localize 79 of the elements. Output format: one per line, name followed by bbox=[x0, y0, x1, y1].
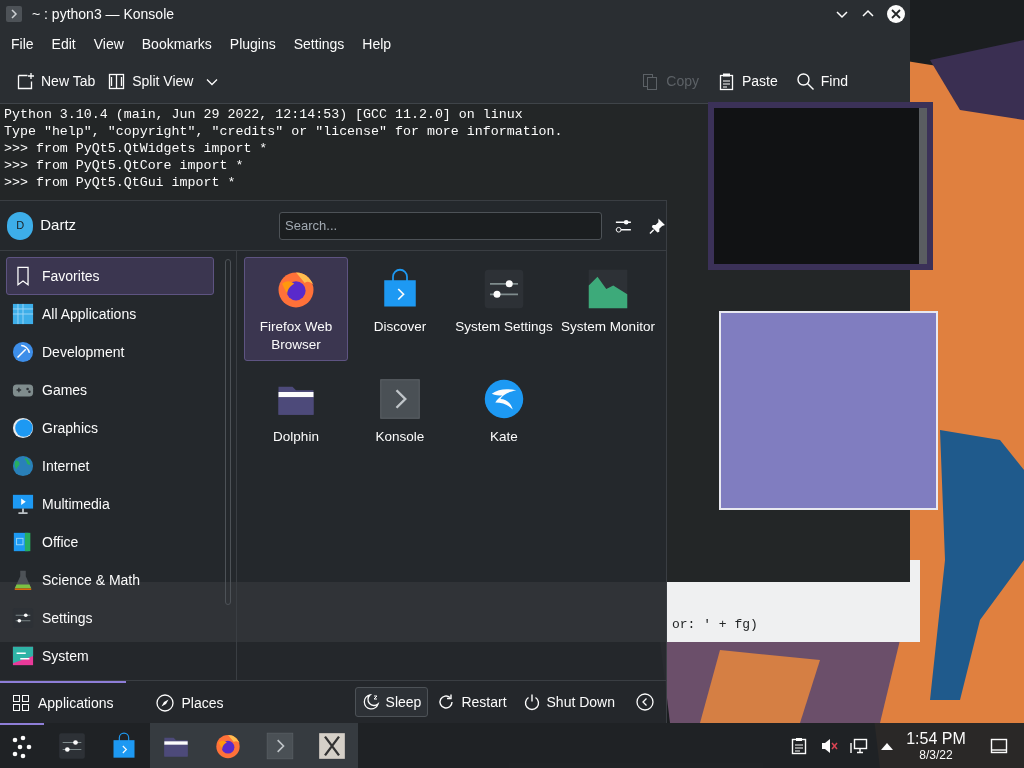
restart-icon bbox=[437, 693, 456, 711]
category-item[interactable]: Graphics bbox=[6, 409, 214, 447]
split-view-button[interactable]: Split View bbox=[101, 66, 226, 97]
new-tab-button[interactable]: New Tab bbox=[10, 66, 102, 97]
terminal-line: Type "help", "copyright", "credits" or "license" for more information. bbox=[4, 123, 564, 140]
terminal-icon bbox=[6, 6, 22, 22]
close-icon[interactable] bbox=[886, 4, 906, 24]
grid-icon bbox=[12, 694, 30, 712]
collapse-icon[interactable] bbox=[636, 693, 654, 711]
panel-icon bbox=[12, 645, 34, 667]
terminal-line: Python 3.10.4 (main, Jun 29 2022, 12:14:53) [GCC 11.2.0] on linux bbox=[4, 106, 524, 123]
user-name: Dartz bbox=[40, 215, 77, 236]
menu-item[interactable]: Settings bbox=[284, 31, 354, 57]
menu-item[interactable]: Bookmarks bbox=[132, 31, 221, 57]
compass-icon bbox=[155, 694, 174, 712]
app-item[interactable]: Firefox Web Browser bbox=[244, 257, 348, 361]
app-item[interactable]: Discover bbox=[348, 257, 452, 361]
grid-icon bbox=[12, 303, 34, 325]
app-item[interactable]: System Settings bbox=[452, 257, 556, 361]
crossed-lines-icon bbox=[318, 731, 346, 760]
chart-icon bbox=[587, 268, 629, 310]
menu-item[interactable]: Plugins bbox=[220, 31, 285, 57]
scrollbar[interactable] bbox=[224, 259, 231, 605]
split-view-icon bbox=[107, 72, 127, 91]
terminal-line: >>> from PyQt5.QtGui import * bbox=[4, 174, 237, 191]
code-text: or: ' + fg) bbox=[672, 616, 758, 633]
window-title: ~ : python3 — Konsole bbox=[32, 4, 175, 24]
category-item[interactable]: Development bbox=[6, 333, 214, 371]
moon-icon bbox=[361, 693, 380, 711]
new-tab-icon bbox=[16, 72, 35, 91]
sleep-button[interactable]: Sleep bbox=[354, 687, 429, 717]
category-item[interactable]: System bbox=[6, 637, 214, 675]
scrollbar[interactable] bbox=[919, 108, 927, 264]
find-button[interactable]: Find bbox=[789, 66, 854, 97]
restart-button[interactable]: Restart bbox=[430, 687, 514, 717]
search-icon bbox=[795, 72, 815, 91]
app-item[interactable]: Kate bbox=[452, 367, 556, 471]
category-item[interactable]: Multimedia bbox=[6, 485, 214, 523]
clock-date[interactable]: 8/3/22 bbox=[919, 747, 953, 762]
shutdown-button[interactable]: Shut Down bbox=[515, 687, 622, 717]
pickaxe-icon bbox=[12, 341, 34, 363]
menu-item[interactable]: File bbox=[2, 31, 43, 57]
swoosh-icon bbox=[483, 378, 525, 420]
pin-icon[interactable] bbox=[649, 216, 666, 235]
sliders-icon bbox=[58, 731, 86, 760]
terminal-icon bbox=[266, 731, 294, 760]
category-item[interactable]: Favorites bbox=[6, 257, 214, 295]
search-field[interactable]: Search... bbox=[279, 211, 603, 240]
category-item[interactable]: All Applications bbox=[6, 295, 214, 333]
menu-item[interactable]: Edit bbox=[42, 31, 85, 57]
category-item[interactable]: Settings bbox=[6, 599, 214, 637]
muted-speaker-icon[interactable] bbox=[820, 736, 838, 755]
category-item[interactable]: Internet bbox=[6, 447, 214, 485]
terminal-line: >>> from PyQt5.QtWidgets import * bbox=[4, 140, 269, 157]
paste-button[interactable]: Paste bbox=[710, 66, 784, 97]
flask-icon bbox=[12, 569, 34, 591]
avatar[interactable]: D bbox=[7, 211, 34, 240]
app-item[interactable]: Konsole bbox=[348, 367, 452, 471]
monitor-icon bbox=[12, 493, 34, 515]
category-item[interactable]: Games bbox=[6, 371, 214, 409]
task-button[interactable] bbox=[306, 723, 358, 768]
clipboard-icon[interactable] bbox=[791, 736, 807, 755]
globe-icon bbox=[12, 455, 34, 477]
terminal-line: >>> from PyQt5.QtCore import * bbox=[4, 157, 245, 174]
menu-item[interactable]: View bbox=[84, 31, 133, 57]
terminal-icon bbox=[379, 378, 421, 420]
clock-time[interactable]: 1:54 PM bbox=[906, 729, 966, 748]
category-item[interactable]: Office bbox=[6, 523, 214, 561]
menu-item[interactable]: Help bbox=[353, 31, 401, 57]
category-item[interactable]: Science & Math bbox=[6, 561, 214, 599]
sphere-icon bbox=[12, 417, 34, 439]
task-button[interactable] bbox=[150, 723, 202, 768]
network-icon[interactable] bbox=[850, 736, 868, 755]
tab[interactable]: Places bbox=[143, 681, 236, 723]
power-icon bbox=[522, 693, 541, 711]
sliders-icon bbox=[483, 268, 525, 310]
app-item[interactable]: Dolphin bbox=[244, 367, 348, 471]
show-desktop-icon[interactable] bbox=[990, 736, 1008, 755]
app-item[interactable]: System Monitor bbox=[556, 257, 660, 361]
